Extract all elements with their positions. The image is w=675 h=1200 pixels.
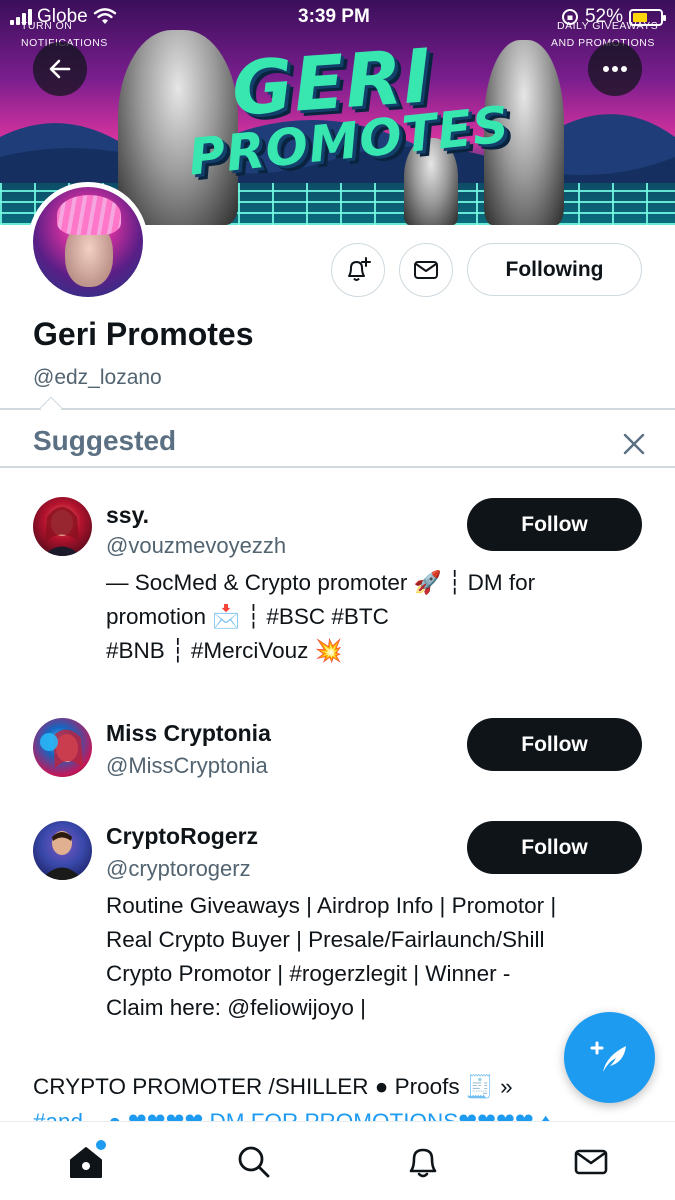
mail-icon <box>574 1149 608 1175</box>
wifi-icon <box>93 8 116 24</box>
suggested-avatar-cryptorogerz[interactable] <box>33 821 92 880</box>
suggested-divider <box>0 466 675 468</box>
bio-line: Crypto Promotor | #rogerzlegit | Winner … <box>106 961 511 986</box>
carrier-name: Globe <box>37 6 88 27</box>
bio-line: promotion 📩 ┆ #BSC #BTC <box>106 604 389 629</box>
signal-icon <box>10 9 32 25</box>
profile-name: Geri Promotes <box>33 316 254 352</box>
bio-line: Real Crypto Buyer | Presale/Fairlaunch/S… <box>106 927 545 952</box>
close-icon[interactable] <box>620 430 648 458</box>
avatar-figure <box>40 729 83 768</box>
avatar-figure <box>43 507 81 556</box>
bio-line: Routine Giveaways | Airdrop Info | Promo… <box>106 893 557 918</box>
notification-dot <box>96 1140 106 1150</box>
search-icon <box>238 1146 270 1178</box>
nav-messages[interactable] <box>569 1140 613 1184</box>
avatar-hair <box>57 195 121 235</box>
suggested-name[interactable]: CryptoRogerz <box>106 823 258 850</box>
nav-home[interactable] <box>64 1140 108 1184</box>
follow-button-cryptorogerz[interactable]: Follow <box>467 821 642 874</box>
avatar-figure <box>41 831 83 880</box>
more-button[interactable] <box>588 42 642 96</box>
suggested-avatar-miss-cryptonia[interactable] <box>33 718 92 777</box>
battery-group: 52% <box>561 6 666 28</box>
battery-percent: 52% <box>584 6 623 27</box>
battery-fill <box>633 12 647 22</box>
bottom-nav <box>0 1121 675 1200</box>
back-button[interactable] <box>33 42 87 96</box>
bell-icon <box>409 1148 437 1178</box>
suggested-caret <box>39 396 63 420</box>
mail-icon <box>414 261 438 279</box>
following-button[interactable]: Following <box>467 243 642 296</box>
profile-handle: @edz_lozano <box>33 366 162 389</box>
bio-line: Claim here: @feliowijoyo | <box>106 995 367 1020</box>
message-button[interactable] <box>399 243 453 297</box>
profile-bio: CRYPTO PROMOTER /SHILLER ● Proofs 🧾 » <box>33 1074 513 1099</box>
suggested-name[interactable]: ssy. <box>106 502 149 529</box>
suggested-handle: @vouzmevoyezzh <box>106 533 287 558</box>
suggested-title: Suggested <box>33 425 177 456</box>
bio-line: — SocMed & Crypto promoter 🚀 ┆ DM for <box>106 570 536 595</box>
status-time: 3:39 PM <box>298 6 370 27</box>
profile-avatar[interactable] <box>28 182 148 302</box>
notifications-button[interactable] <box>331 243 385 297</box>
nav-notifications[interactable] <box>401 1140 445 1184</box>
bio-line: #BNB ┆ #MerciVouz 💥 <box>106 638 343 663</box>
follow-button-miss-cryptonia[interactable]: Follow <box>467 718 642 771</box>
suggested-bio: — SocMed & Crypto promoter 🚀 ┆ DM for pr… <box>106 566 636 668</box>
suggested-name[interactable]: Miss Cryptonia <box>106 720 271 747</box>
bell-plus-icon <box>348 257 371 281</box>
follow-button-ssy[interactable]: Follow <box>467 498 642 551</box>
back-arrow-icon <box>49 59 71 79</box>
battery-icon <box>629 8 666 26</box>
status-bar: Globe 3:39 PM 52% <box>0 0 675 34</box>
suggested-avatar-ssy[interactable] <box>33 497 92 556</box>
rotation-lock-icon <box>561 9 578 25</box>
suggested-bio: Routine Giveaways | Airdrop Info | Promo… <box>106 889 636 1025</box>
suggested-top-border <box>0 408 675 410</box>
nav-search[interactable] <box>232 1140 276 1184</box>
more-icon <box>603 66 627 72</box>
suggested-handle: @MissCryptonia <box>106 753 268 778</box>
suggested-handle: @cryptorogerz <box>106 856 251 881</box>
compose-button[interactable] <box>564 1012 655 1103</box>
compose-feather-icon <box>590 1041 626 1072</box>
carrier-group: Globe <box>10 6 117 28</box>
